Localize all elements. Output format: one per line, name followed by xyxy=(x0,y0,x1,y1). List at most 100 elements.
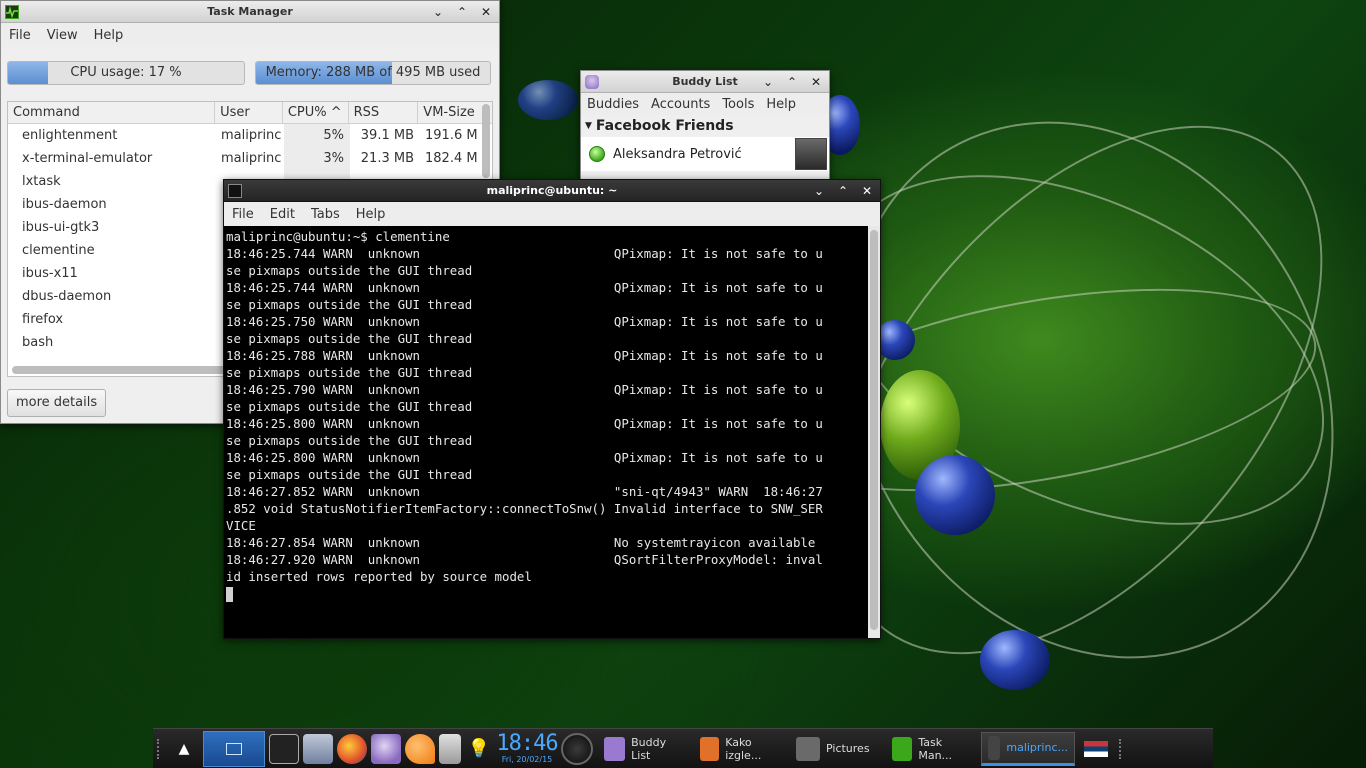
horizontal-scrollbar[interactable] xyxy=(12,366,226,374)
terminal-line: 18:46:25.800 WARN unknown QPixmap: It is… xyxy=(226,450,823,465)
process-user: maliprinc xyxy=(221,151,282,166)
maximize-icon[interactable]: ⌃ xyxy=(451,3,473,21)
column-rss[interactable]: RSS xyxy=(349,102,419,123)
taskbar-task-label: Pictures xyxy=(826,742,870,755)
menu-file[interactable]: File xyxy=(224,207,262,222)
close-icon[interactable]: ✕ xyxy=(475,3,497,21)
keyboard-layout-flag-icon[interactable] xyxy=(1079,731,1113,767)
buddy-list-titlebar[interactable]: Buddy List ⌄ ⌃ ✕ xyxy=(581,71,829,93)
vertical-scrollbar[interactable] xyxy=(482,104,490,178)
show-menu-icon[interactable]: ▲ xyxy=(169,731,199,767)
pidgin-launcher-icon[interactable] xyxy=(371,731,401,767)
terminal-menubar: File Edit Tabs Help xyxy=(224,202,880,226)
maximize-icon[interactable]: ⌃ xyxy=(832,182,854,200)
taskbar-task-button[interactable]: Buddy List xyxy=(597,732,689,766)
window-title: Task Manager xyxy=(207,5,293,18)
close-icon[interactable]: ✕ xyxy=(805,73,827,91)
process-command: enlightenment xyxy=(22,128,118,143)
task-manager-menubar: File View Help xyxy=(1,23,499,47)
terminal-titlebar[interactable]: maliprinc@ubuntu: ~ ⌄ ⌃ ✕ xyxy=(224,180,880,202)
process-vm-size: 182.4 M xyxy=(425,151,478,166)
firefox-launcher-icon[interactable] xyxy=(337,731,367,767)
process-user: maliprinc xyxy=(221,128,282,143)
process-cpu: 3% xyxy=(284,147,350,170)
workspace-switcher[interactable] xyxy=(203,730,265,767)
column-user[interactable]: User xyxy=(215,102,283,123)
terminal-line: se pixmaps outside the GUI thread xyxy=(226,433,473,448)
expander-down-icon[interactable]: ▼ xyxy=(585,115,592,137)
clock-time: 18:46 xyxy=(496,730,558,756)
task-manager-titlebar[interactable]: Task Manager ⌄ ⌃ ✕ xyxy=(1,1,499,23)
taskbar-task-button[interactable]: Kako izgle... xyxy=(693,732,785,766)
taskbar-task-label: Task Man... xyxy=(918,735,953,762)
menu-tools[interactable]: Tools xyxy=(716,97,760,112)
taskbar-task-label: Buddy List xyxy=(631,735,667,762)
taskbar-task-button[interactable]: Task Man... xyxy=(885,732,977,766)
taskbar-grip[interactable] xyxy=(1119,738,1125,759)
lightbulb-icon[interactable]: 💡 xyxy=(465,731,493,767)
terminal-launcher-icon[interactable] xyxy=(269,731,299,767)
menu-view[interactable]: View xyxy=(39,28,86,43)
taskbar-task-button[interactable]: maliprinc... xyxy=(981,731,1075,766)
process-rss: 21.3 MB xyxy=(360,151,414,166)
buddy-group[interactable]: ▼ Facebook Friends xyxy=(581,115,829,137)
more-details-button[interactable]: more details xyxy=(7,389,107,417)
terminal-line: 18:46:25.744 WARN unknown QPixmap: It is… xyxy=(226,246,823,261)
terminal-line: .852 void StatusNotifierItemFactory::con… xyxy=(226,501,823,516)
menu-file[interactable]: File xyxy=(1,28,39,43)
process-rss: 39.1 MB xyxy=(360,128,414,143)
terminal-line: se pixmaps outside the GUI thread xyxy=(226,331,473,346)
maximize-icon[interactable]: ⌃ xyxy=(781,73,803,91)
terminal-output[interactable]: maliprinc@ubuntu:~$ clementine 18:46:25.7… xyxy=(224,226,880,638)
volume-knob-icon[interactable] xyxy=(561,731,593,767)
process-command: ibus-ui-gtk3 xyxy=(22,220,100,235)
menu-buddies[interactable]: Buddies xyxy=(581,97,645,112)
close-icon[interactable]: ✕ xyxy=(856,182,878,200)
table-row[interactable]: enlightenment maliprinc 5% 39.1 MB 191.6 M xyxy=(8,124,492,147)
terminal-cursor xyxy=(226,585,866,602)
menu-help[interactable]: Help xyxy=(86,28,132,43)
terminal-text[interactable]: maliprinc@ubuntu:~$ clementine 18:46:25.7… xyxy=(226,228,866,633)
process-command: firefox xyxy=(22,312,64,327)
column-cpu[interactable]: CPU% ^ xyxy=(283,102,349,123)
minimize-icon[interactable]: ⌄ xyxy=(757,73,779,91)
image-viewer-launcher-icon[interactable] xyxy=(303,731,333,767)
clementine-launcher-icon[interactable] xyxy=(405,731,435,767)
process-table-header: Command User CPU% ^ RSS VM-Size xyxy=(8,102,492,124)
buddy-item[interactable]: Aleksandra Petrović xyxy=(581,137,829,171)
taskbar-task-button[interactable]: Pictures xyxy=(789,732,881,766)
buddy-name: Aleksandra Petrović xyxy=(613,146,742,162)
minimize-icon[interactable]: ⌄ xyxy=(808,182,830,200)
terminal-line: se pixmaps outside the GUI thread xyxy=(226,399,473,414)
menu-edit[interactable]: Edit xyxy=(262,207,303,222)
taskbar-task-label: Kako izgle... xyxy=(725,735,762,762)
folder-icon xyxy=(796,736,820,761)
terminal-line: 18:46:25.800 WARN unknown QPixmap: It is… xyxy=(226,416,823,431)
column-command[interactable]: Command xyxy=(8,102,216,123)
taskbar-grip[interactable] xyxy=(157,738,163,759)
terminal-line: 18:46:25.744 WARN unknown QPixmap: It is… xyxy=(226,280,823,295)
process-command: ibus-x11 xyxy=(22,266,78,281)
terminal-line: 18:46:27.920 WARN unknown QSortFilterPro… xyxy=(226,552,823,567)
menu-help[interactable]: Help xyxy=(760,97,802,112)
process-vm-size: 191.6 M xyxy=(425,128,478,143)
terminal-line: 18:46:25.788 WARN unknown QPixmap: It is… xyxy=(226,348,823,363)
terminal-line: se pixmaps outside the GUI thread xyxy=(226,263,473,278)
terminal-scrollbar[interactable] xyxy=(868,226,880,638)
available-status-icon xyxy=(589,146,605,162)
minimize-icon[interactable]: ⌄ xyxy=(427,3,449,21)
menu-help[interactable]: Help xyxy=(348,207,394,222)
clock[interactable]: 18:46 Fri, 20/02/15 xyxy=(495,730,559,765)
column-vm-size[interactable]: VM-Size xyxy=(418,102,492,123)
menu-tabs[interactable]: Tabs xyxy=(303,207,348,222)
process-command: clementine xyxy=(22,243,95,258)
firefox-icon xyxy=(700,736,720,761)
process-command: ibus-daemon xyxy=(22,197,107,212)
pidgin-icon xyxy=(604,736,626,761)
menu-accounts[interactable]: Accounts xyxy=(645,97,716,112)
terminal-icon xyxy=(228,183,242,198)
table-row[interactable]: x-terminal-emulator maliprinc 3% 21.3 MB 182… xyxy=(8,147,492,170)
process-command: x-terminal-emulator xyxy=(22,151,153,166)
terminal-line: se pixmaps outside the GUI thread xyxy=(226,365,473,380)
archive-launcher-icon[interactable] xyxy=(439,731,461,767)
